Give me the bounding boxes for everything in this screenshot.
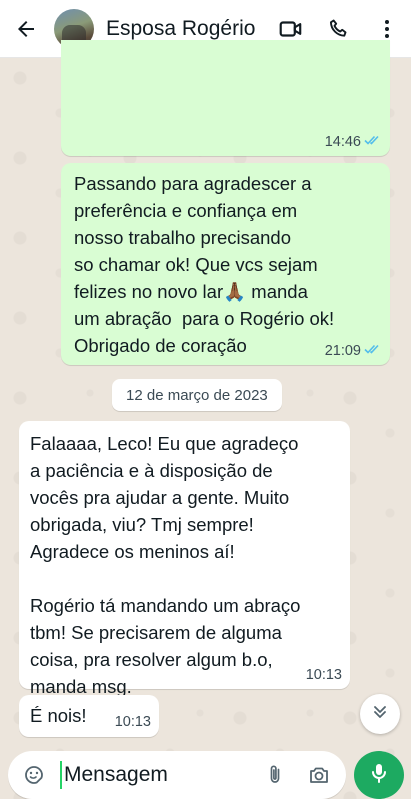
message-composer: Mensagem (8, 751, 346, 799)
message-time: 10:13 (115, 714, 151, 730)
time-text: 14:46 (324, 134, 361, 150)
message-time: 14:46 (325, 134, 382, 150)
message-bubble-outgoing[interactable]: Passando para agradescer a preferência e… (61, 163, 390, 365)
double-check-icon (364, 134, 382, 150)
time-text: 21:09 (324, 343, 361, 359)
message-bubble-outgoing[interactable]: 14:46 (61, 40, 390, 156)
mic-button[interactable] (354, 751, 404, 799)
message-text: Falaaaa, Leco! Eu que agradeço a paciênc… (30, 433, 301, 697)
contact-name[interactable]: Esposa Rogério (106, 17, 273, 41)
message-text: Passando para agradescer a preferência e… (74, 173, 335, 356)
message-input[interactable]: Mensagem (60, 761, 258, 789)
scroll-down-icon (370, 702, 390, 727)
sticker-icon[interactable] (20, 761, 48, 789)
message-time: 21:09 (325, 343, 382, 359)
time-text: 10:13 (305, 667, 342, 683)
message-time: 10:13 (306, 667, 342, 683)
date-separator: 12 de março de 2023 (112, 379, 282, 411)
camera-icon[interactable] (302, 758, 336, 792)
message-bubble-incoming[interactable]: Falaaaa, Leco! Eu que agradeço a paciênc… (19, 421, 350, 697)
back-arrow-icon[interactable] (6, 9, 46, 49)
time-text: 10:13 (114, 714, 151, 730)
double-check-icon (364, 343, 382, 359)
attach-icon[interactable] (258, 758, 292, 792)
mic-icon (367, 761, 391, 790)
message-bubble-incoming[interactable]: É nois! 10:13 (19, 695, 159, 737)
scroll-down-button[interactable] (360, 694, 400, 734)
